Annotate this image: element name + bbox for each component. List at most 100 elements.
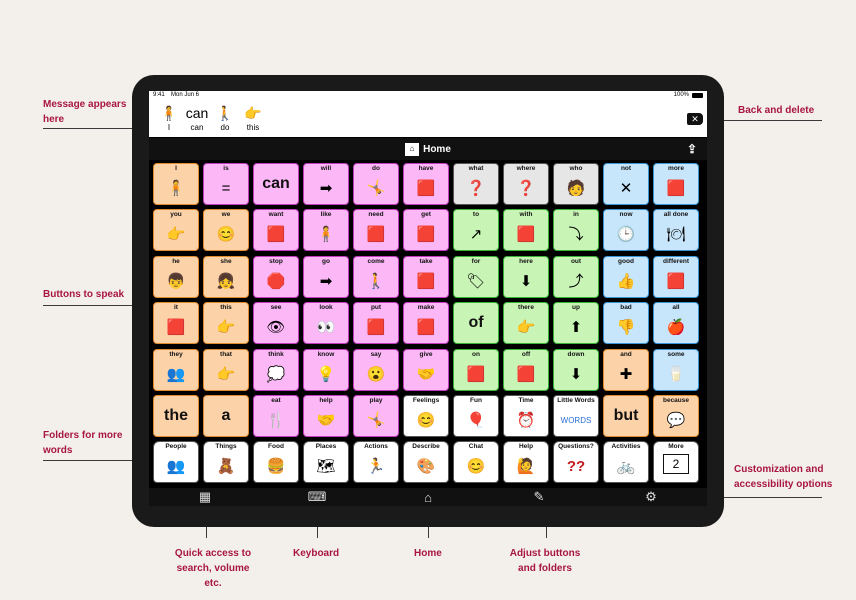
- word-button-there[interactable]: there 👉: [503, 302, 549, 345]
- word-button-feelings[interactable]: Feelings 😊: [403, 395, 449, 437]
- folder-more[interactable]: More 2: [653, 441, 699, 484]
- word-button-fun[interactable]: Fun 🎈: [453, 395, 499, 437]
- word-button-for[interactable]: for 🏷: [453, 255, 499, 298]
- folder-places[interactable]: Places 🗺: [303, 441, 349, 484]
- word-button-eat[interactable]: eat 🍴: [253, 395, 299, 437]
- folder-people[interactable]: People 👥: [153, 441, 199, 484]
- button-label: go: [322, 257, 330, 265]
- message-word: 👉 this: [241, 103, 265, 133]
- folder-activities[interactable]: Activities 🚲: [603, 441, 649, 484]
- word-button-say[interactable]: say 😮: [353, 348, 399, 391]
- word-button-i[interactable]: I 🧍: [153, 163, 199, 205]
- folder-describe[interactable]: Describe 🎨: [403, 441, 449, 484]
- word-button-he[interactable]: he 👦: [153, 255, 199, 298]
- word-button-all-done[interactable]: all done 🍽: [653, 209, 699, 252]
- word-button-it[interactable]: it 🟥: [153, 302, 199, 345]
- button-label: with: [519, 211, 533, 219]
- word-button-help[interactable]: help 🤝: [303, 395, 349, 437]
- button-symbol-icon: 🟥: [416, 180, 436, 197]
- word-button-will[interactable]: will ➡: [303, 163, 349, 205]
- folder-chat[interactable]: Chat 😊: [453, 441, 499, 484]
- gear-icon[interactable]: ⚙: [640, 489, 662, 505]
- word-button-because[interactable]: because 💬: [653, 395, 699, 437]
- word-button-good[interactable]: good 👍: [603, 255, 649, 298]
- word-button-put[interactable]: put 🟥: [353, 302, 399, 345]
- word-button-take[interactable]: take 🟥: [403, 255, 449, 298]
- word-button-go[interactable]: go ➡: [303, 255, 349, 298]
- word-button-out[interactable]: out ⤴: [553, 255, 599, 298]
- word-button-play[interactable]: play 🤸: [353, 395, 399, 437]
- keyboard-icon[interactable]: ⌨: [306, 489, 328, 505]
- word-button-a[interactable]: aa: [203, 395, 249, 437]
- word-button-want[interactable]: want 🟥: [253, 209, 299, 252]
- word-button-can[interactable]: cancan: [253, 163, 299, 205]
- word-button-time[interactable]: Time ⏰: [503, 395, 549, 437]
- word-button-where[interactable]: where ❓: [503, 163, 549, 205]
- word-button-in[interactable]: in ⤵: [553, 209, 599, 252]
- quick-access-icon[interactable]: ▦: [194, 489, 216, 505]
- button-symbol-icon: ✕: [619, 180, 633, 197]
- word-button-of[interactable]: ofof: [453, 302, 499, 345]
- word-button-you[interactable]: you 👉: [153, 209, 199, 252]
- word-button-this[interactable]: this 👉: [203, 302, 249, 345]
- button-symbol-icon: 💡: [316, 365, 336, 383]
- button-symbol-icon: 🏃: [366, 458, 386, 476]
- word-button-need[interactable]: need 🟥: [353, 209, 399, 252]
- word-button-off[interactable]: off 🟥: [503, 348, 549, 391]
- home-nav-icon[interactable]: ⌂: [417, 489, 439, 505]
- word-button-think[interactable]: think 💭: [253, 348, 299, 391]
- word-button-they[interactable]: they 👥: [153, 348, 199, 391]
- word-button-with[interactable]: with 🟥: [503, 209, 549, 252]
- word-button-on[interactable]: on 🟥: [453, 348, 499, 391]
- word-button-look[interactable]: look 👀: [303, 302, 349, 345]
- folder-food[interactable]: Food 🍔: [253, 441, 299, 484]
- word-button-different[interactable]: different 🟥: [653, 255, 699, 298]
- word-button-now[interactable]: now 🕒: [603, 209, 649, 252]
- word-button-she[interactable]: she 👧: [203, 255, 249, 298]
- folder-questions[interactable]: Questions???: [553, 441, 599, 484]
- word-button-that[interactable]: that 👉: [203, 348, 249, 391]
- button-symbol-icon: ⬇: [569, 365, 583, 383]
- button-label: it: [174, 304, 178, 312]
- word-button-more[interactable]: more 🟥: [653, 163, 699, 205]
- pencil-icon[interactable]: ✎: [528, 489, 550, 505]
- word-button-get[interactable]: get 🟥: [403, 209, 449, 252]
- word-button-the[interactable]: thethe: [153, 395, 199, 437]
- folder-things[interactable]: Things 🧸: [203, 441, 249, 484]
- word-button-have[interactable]: have 🟥: [403, 163, 449, 205]
- button-label: Help: [518, 443, 534, 451]
- word-button-down[interactable]: down ⬇: [553, 348, 599, 391]
- word-button-little-words[interactable]: Little Words WORDS: [553, 395, 599, 437]
- word-button-make[interactable]: make 🟥: [403, 302, 449, 345]
- button-symbol-icon: 👉: [216, 319, 236, 337]
- button-symbol-icon: 💬: [666, 412, 686, 429]
- share-icon[interactable]: ⇪: [687, 142, 697, 156]
- word-button-what[interactable]: what ❓: [453, 163, 499, 205]
- word-button-is[interactable]: is =: [203, 163, 249, 205]
- folder-actions[interactable]: Actions 🏃: [353, 441, 399, 484]
- word-button-give[interactable]: give 🤝: [403, 348, 449, 391]
- word-button-come[interactable]: come 🚶: [353, 255, 399, 298]
- word-button-here[interactable]: here ⬇: [503, 255, 549, 298]
- message-bar[interactable]: 🧍 Ican can 🚶 do 👉 this ✕: [149, 101, 707, 137]
- backspace-icon[interactable]: ✕: [687, 113, 703, 125]
- word-button-not[interactable]: not ✕: [603, 163, 649, 205]
- word-button-but[interactable]: butbut: [603, 395, 649, 437]
- word-button-some[interactable]: some 🥛: [653, 348, 699, 391]
- folder-help[interactable]: Help 🙋: [503, 441, 549, 484]
- word-button-bad[interactable]: bad 👎: [603, 302, 649, 345]
- word-button-to[interactable]: to ↗: [453, 209, 499, 252]
- word-button-and[interactable]: and ✚: [603, 348, 649, 391]
- word-button-up[interactable]: up ⬆: [553, 302, 599, 345]
- word-button-do[interactable]: do 🤸: [353, 163, 399, 205]
- button-label: in: [573, 211, 579, 219]
- word-button-who[interactable]: who 🧑: [553, 163, 599, 205]
- button-label: get: [421, 211, 431, 219]
- button-label: Time: [518, 397, 534, 404]
- word-button-see[interactable]: see 👁: [253, 302, 299, 345]
- word-button-all[interactable]: all 🍎: [653, 302, 699, 345]
- word-button-know[interactable]: know 💡: [303, 348, 349, 391]
- word-button-like[interactable]: like 🧍: [303, 209, 349, 252]
- word-button-stop[interactable]: stop 🛑: [253, 255, 299, 298]
- word-button-we[interactable]: we 😊: [203, 209, 249, 252]
